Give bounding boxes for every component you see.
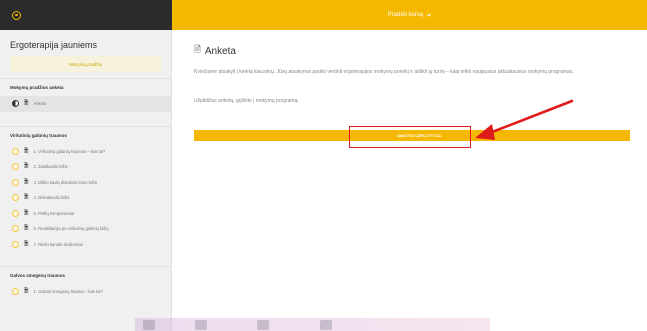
sidebar-item-label: 1. Galvos smegenų trauma – kas tai? xyxy=(33,289,103,295)
sidebar-item-lesson[interactable]: 🗎 5. Pirštų komponentai xyxy=(0,206,171,222)
start-course-link[interactable]: Pradėti kursą ➜ xyxy=(388,12,431,19)
strip-cell xyxy=(320,320,332,330)
sidebar-item-label: 6. Reabilitacija po viršutinių galūnių l… xyxy=(33,226,109,232)
bottom-strip xyxy=(135,318,490,331)
section-header: Viršutinių galūnių traumos xyxy=(0,125,171,144)
document-icon: 🗎 xyxy=(24,225,29,232)
sidebar-item-lesson[interactable]: 🗎 3. Dilbio kaulų distalinio kūno lūžis xyxy=(0,175,171,191)
progress-status-icon xyxy=(12,100,19,108)
document-icon: 🗎 xyxy=(24,240,29,247)
sidebar-item-lesson[interactable]: 🗎 7. Riešo kanalo sindromas xyxy=(0,237,171,253)
strip-cell xyxy=(257,320,269,330)
sidebar-item-label: 3. Dilbio kaulų distalinio kūno lūžis xyxy=(33,179,97,185)
status-circle-icon xyxy=(12,178,19,186)
sidebar-item-anketa[interactable]: 🗎 Anketa xyxy=(0,96,171,112)
strip-cell xyxy=(143,320,155,330)
sidebar-item-label: 4. Delnakaulio lūžis xyxy=(33,195,70,201)
section-header: Galvos smegenų traumos xyxy=(0,266,171,284)
cta-text: Užpildžius anketą, grįžkite į mokymų pro… xyxy=(194,98,299,104)
document-icon: 🗎 xyxy=(194,44,201,54)
sidebar-item-lesson[interactable]: 🗎 2. Žastikaulio lūžis xyxy=(0,159,171,175)
document-icon: 🗎 xyxy=(24,194,29,201)
section-header: Mokymų pradžios anketa xyxy=(0,78,171,96)
topbar-brand xyxy=(0,0,172,30)
status-circle-icon xyxy=(12,163,19,171)
sun-icon[interactable] xyxy=(12,10,21,20)
document-icon: 🗎 xyxy=(24,288,29,295)
document-icon: 🗎 xyxy=(24,163,29,170)
start-survey-bar: ANKETOS UŽPILDYTI ČIA xyxy=(194,130,630,141)
top-bar: Pradėti kursą ➜ xyxy=(0,0,647,30)
status-circle-icon xyxy=(12,288,19,296)
status-circle-icon xyxy=(12,240,19,248)
sidebar-item-label: 5. Pirštų komponentai xyxy=(33,210,74,216)
strip-cell xyxy=(195,320,207,330)
document-icon: 🗎 xyxy=(24,147,29,154)
document-icon: 🗎 xyxy=(24,100,29,107)
main-content: 🗎 Anketa Kviečiame atsakyti į keletą kla… xyxy=(172,30,647,331)
sidebar-item-lesson[interactable]: 🗎 1. Galvos smegenų trauma – kas tai? xyxy=(0,284,171,300)
start-survey-button[interactable]: ANKETOS UŽPILDYTI ČIA xyxy=(374,130,464,141)
document-icon: 🗎 xyxy=(24,209,29,216)
status-circle-icon xyxy=(12,194,19,202)
status-circle-icon xyxy=(12,147,19,155)
topbar-nav: Pradėti kursą ➜ xyxy=(172,0,647,30)
intro-text: Kviečiame atsakyti į keletą klausimų. Jū… xyxy=(194,69,574,75)
sidebar-item-label: 2. Žastikaulio lūžis xyxy=(33,164,68,170)
sidebar: Ergoterapija jauniems Mokymų pradžia Mok… xyxy=(0,30,172,331)
progress-indicator: Mokymų pradžia xyxy=(10,56,161,72)
document-icon: 🗎 xyxy=(24,178,29,185)
status-circle-icon xyxy=(12,209,19,217)
course-title: Ergoterapija jauniems xyxy=(10,40,98,50)
sidebar-item-label: 7. Riešo kanalo sindromas xyxy=(33,241,83,247)
sidebar-item-lesson[interactable]: 🗎 1. Viršutinių galūnių traumos – kas ta… xyxy=(0,144,171,160)
sidebar-item-label: 1. Viršutinių galūnių traumos – kas tai? xyxy=(33,148,106,154)
page-title: 🗎 Anketa xyxy=(194,44,236,58)
page-title-text: Anketa xyxy=(204,45,236,57)
sidebar-item-lesson[interactable]: 🗎 4. Delnakaulio lūžis xyxy=(0,190,171,206)
status-circle-icon xyxy=(12,225,19,233)
arrow-right-icon: ➜ xyxy=(426,12,432,19)
sidebar-item-label: Anketa xyxy=(33,101,47,107)
start-course-label: Pradėti kursą xyxy=(387,12,424,18)
sidebar-item-lesson[interactable]: 🗎 6. Reabilitacija po viršutinių galūnių… xyxy=(0,221,171,237)
